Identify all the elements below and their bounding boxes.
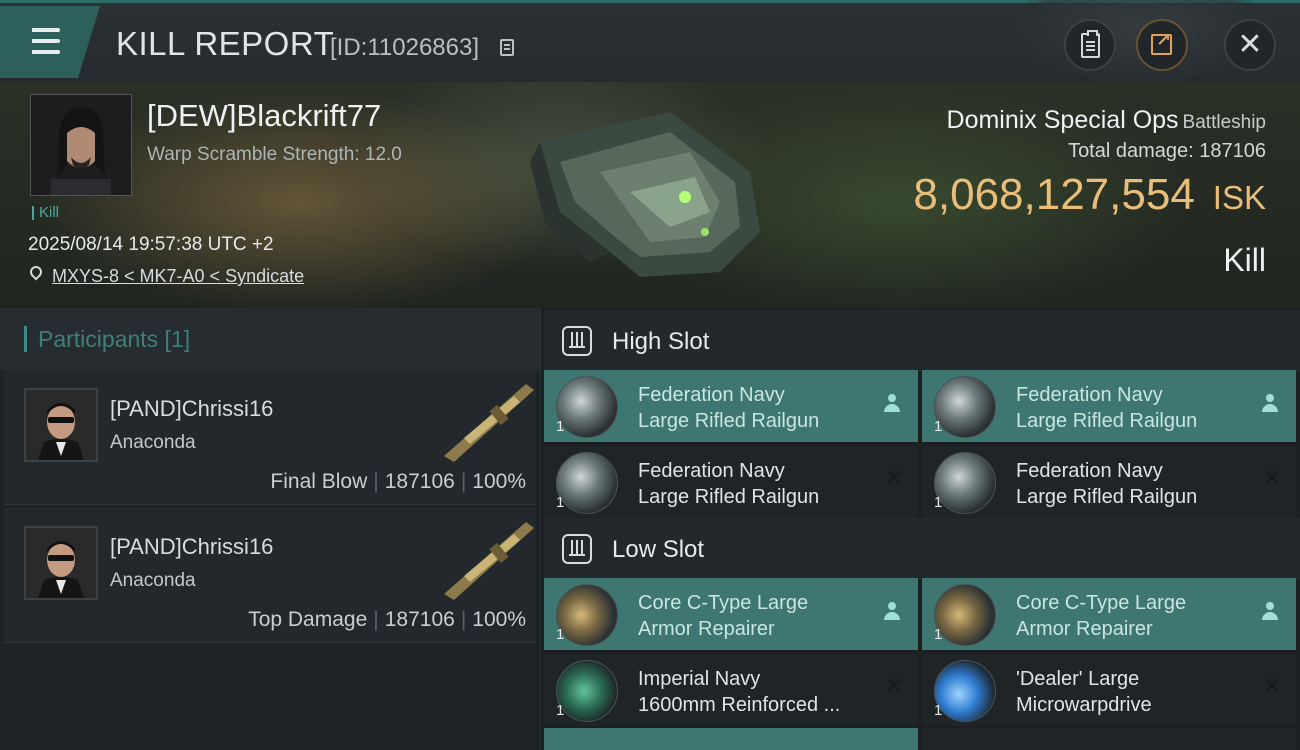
dropped-person-icon <box>1262 602 1278 622</box>
participants-panel: Participants [1] [PAND]Chrissi16 Anacond… <box>0 308 541 750</box>
clipboard-icon <box>1081 30 1100 58</box>
armor-plate-icon <box>556 660 618 722</box>
high-slot-header: High Slot <box>544 310 1300 372</box>
participant-name[interactable]: [PAND]Chrissi16 <box>110 396 273 422</box>
participant-ship: Anaconda <box>110 432 196 453</box>
participant-stats: Top Damage | 187106 | 100% <box>248 608 526 631</box>
kill-summary-panel: [DEW]Blackrift77 Warp Scramble Strength:… <box>0 82 1300 308</box>
close-button[interactable]: ✕ <box>1224 19 1276 71</box>
destroyed-x-icon: ✕ <box>883 673 904 700</box>
microwarpdrive-icon <box>934 660 996 722</box>
hamburger-menu-icon[interactable] <box>0 6 100 78</box>
module-quantity: 1 <box>934 626 943 643</box>
module-item[interactable]: 1 Federation Navy Large Rifled Railgun ✕ <box>544 446 918 518</box>
victim-name[interactable]: [DEW]Blackrift77 <box>147 98 381 134</box>
ship-name[interactable]: Dominix Special Ops <box>947 106 1179 134</box>
module-name: Federation Navy Large Rifled Railgun <box>638 460 820 508</box>
module-name: Federation Navy Large Rifled Railgun <box>1016 460 1198 508</box>
ship-name-line: Dominix Special Ops Battleship <box>947 106 1266 135</box>
isk-value-line: 8,068,127,554 ISK <box>913 170 1266 220</box>
ship-class: Battleship <box>1182 112 1266 133</box>
participant-avatar[interactable] <box>24 526 98 600</box>
module-item[interactable]: 1 Core C-Type Large Armor Repairer <box>922 578 1296 650</box>
kill-location-link[interactable]: MXYS-8 < MK7-A0 < Syndicate <box>52 266 304 287</box>
participant-percent: 100% <box>472 608 526 631</box>
participants-header: Participants [1] <box>0 308 540 370</box>
dropped-person-icon <box>884 394 900 414</box>
dropped-person-icon <box>884 602 900 622</box>
armor-repairer-icon <box>934 584 996 646</box>
share-button[interactable] <box>1136 19 1188 71</box>
weapon-icon <box>444 384 534 462</box>
location-pin-icon <box>27 263 45 281</box>
kill-result-label: Kill <box>1223 242 1266 278</box>
destroyed-x-icon: ✕ <box>883 465 904 492</box>
module-item[interactable]: 1 Imperial Navy 1600mm Reinforced ... ✕ <box>544 654 918 726</box>
module-quantity: 1 <box>556 418 565 435</box>
railgun-icon <box>556 376 618 438</box>
close-icon: ✕ <box>1237 28 1263 61</box>
module-quantity: 1 <box>556 494 565 511</box>
railgun-icon <box>556 452 618 514</box>
destroyed-x-icon: ✕ <box>1261 465 1282 492</box>
low-slot-header: Low Slot <box>544 518 1300 580</box>
participants-title: Participants [1] <box>38 326 191 352</box>
dropped-person-icon <box>1262 394 1278 414</box>
victim-avatar[interactable] <box>30 94 132 196</box>
total-damage: Total damage: 187106 <box>1068 140 1266 162</box>
high-slot-title: High Slot <box>612 328 710 355</box>
warp-scramble-strength: Warp Scramble Strength: 12.0 <box>147 144 402 165</box>
low-slot-title: Low Slot <box>612 536 705 563</box>
low-slot-icon <box>562 534 592 564</box>
module-item[interactable]: 1 Federation Navy Large Rifled Railgun <box>922 370 1296 442</box>
kill-tag: Kill <box>32 205 59 220</box>
module-quantity: 1 <box>556 626 565 643</box>
page-title: KILL REPORT <box>116 25 335 62</box>
isk-value: 8,068,127,554 <box>913 170 1195 219</box>
railgun-icon <box>934 376 996 438</box>
module-item[interactable]: 1 Federation Navy Large Rifled Railgun ✕ <box>922 446 1296 518</box>
module-item[interactable]: 1 'Dealer' Large Microwarpdrive ✕ <box>922 654 1296 726</box>
destroyed-x-icon: ✕ <box>1261 673 1282 700</box>
isk-unit: ISK <box>1212 179 1266 216</box>
module-item-partial[interactable] <box>922 728 1296 750</box>
module-quantity: 1 <box>934 702 943 719</box>
module-quantity: 1 <box>934 418 943 435</box>
participant-name[interactable]: [PAND]Chrissi16 <box>110 534 273 560</box>
armor-repairer-icon <box>556 584 618 646</box>
participant-role: Top Damage <box>248 608 368 631</box>
module-quantity: 1 <box>934 494 943 511</box>
participant-row[interactable]: [PAND]Chrissi16 Anaconda Top Damage | 1871… <box>4 508 536 643</box>
participant-row[interactable]: [PAND]Chrissi16 Anaconda Final Blow | 1871… <box>4 370 536 505</box>
report-id: [ID:11026863] <box>330 34 480 61</box>
weapon-icon <box>444 522 534 600</box>
kill-datetime: 2025/08/14 19:57:38 UTC +2 <box>28 234 274 255</box>
clipboard-button[interactable] <box>1064 19 1116 71</box>
module-name: Federation Navy Large Rifled Railgun <box>638 384 820 432</box>
participant-percent: 100% <box>472 470 526 493</box>
ship-render <box>530 112 760 277</box>
copy-id-icon[interactable] <box>500 39 514 56</box>
participant-ship: Anaconda <box>110 570 196 591</box>
participant-stats: Final Blow | 187106 | 100% <box>270 470 526 493</box>
module-quantity: 1 <box>556 702 565 719</box>
participant-role: Final Blow <box>270 470 368 493</box>
module-item-partial[interactable] <box>544 728 918 750</box>
module-name: 'Dealer' Large Microwarpdrive <box>1016 668 1152 716</box>
module-name: Federation Navy Large Rifled Railgun <box>1016 384 1198 432</box>
module-item[interactable]: 1 Federation Navy Large Rifled Railgun <box>544 370 918 442</box>
participant-damage: 187106 <box>384 470 455 493</box>
participant-avatar[interactable] <box>24 388 98 462</box>
high-slot-icon <box>562 326 592 356</box>
participant-damage: 187106 <box>384 608 455 631</box>
section-accent-bar <box>24 326 27 352</box>
railgun-icon <box>934 452 996 514</box>
module-name: Imperial Navy 1600mm Reinforced ... <box>638 668 841 716</box>
module-name: Core C-Type Large Armor Repairer <box>638 592 809 640</box>
share-icon <box>1151 30 1172 55</box>
module-name: Core C-Type Large Armor Repairer <box>1016 592 1187 640</box>
module-item[interactable]: 1 Core C-Type Large Armor Repairer <box>544 578 918 650</box>
top-bar: KILL REPORT [ID:11026863] ✕ <box>0 0 1300 83</box>
